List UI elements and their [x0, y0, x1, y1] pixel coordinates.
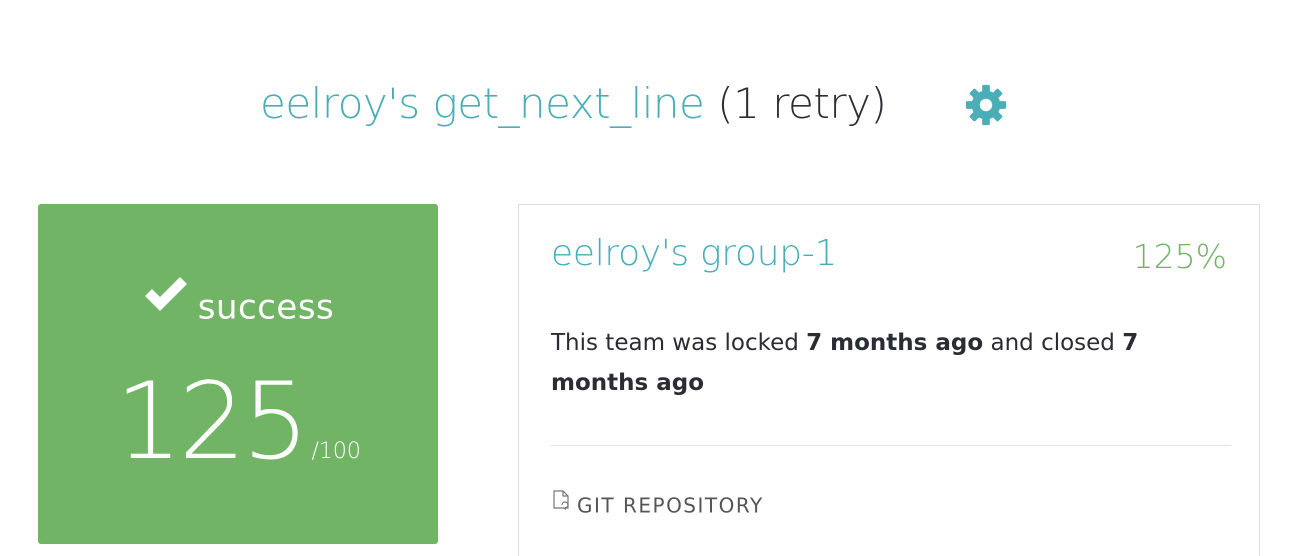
- project-title: eelroy's get_next_line: [260, 79, 705, 128]
- retry-count: (1 retry): [704, 79, 887, 128]
- locked-time: 7 months ago: [806, 330, 984, 356]
- status-line: success: [38, 274, 438, 328]
- score-line: 125/100: [38, 362, 438, 482]
- team-percent: 125%: [1132, 237, 1227, 276]
- team-status: This team was locked 7 months ago and cl…: [551, 323, 1231, 403]
- max-mark: /100: [311, 439, 361, 464]
- final-mark-panel: success 125/100: [38, 204, 438, 544]
- git-repository-link[interactable]: GIT REPOSITORY: [549, 489, 764, 518]
- team-card: eelroy's group-1 125% This team was lock…: [518, 204, 1260, 556]
- git-repository-label: GIT REPOSITORY: [577, 493, 764, 518]
- final-mark: 125: [115, 360, 309, 483]
- page-header: eelroy's get_next_line (1 retry): [0, 72, 1306, 136]
- team-name[interactable]: eelroy's group-1: [551, 233, 837, 274]
- check-icon: [142, 274, 190, 316]
- git-repository-icon: [549, 489, 573, 513]
- gear-icon[interactable]: [963, 82, 1009, 128]
- status-label: success: [197, 287, 335, 328]
- page-title: eelroy's get_next_line (1 retry): [260, 78, 887, 130]
- divider: [551, 445, 1231, 446]
- status-prefix: This team was locked: [551, 330, 807, 356]
- status-middle: and closed: [983, 330, 1123, 356]
- project-page: eelroy's get_next_line (1 retry) success…: [0, 0, 1306, 556]
